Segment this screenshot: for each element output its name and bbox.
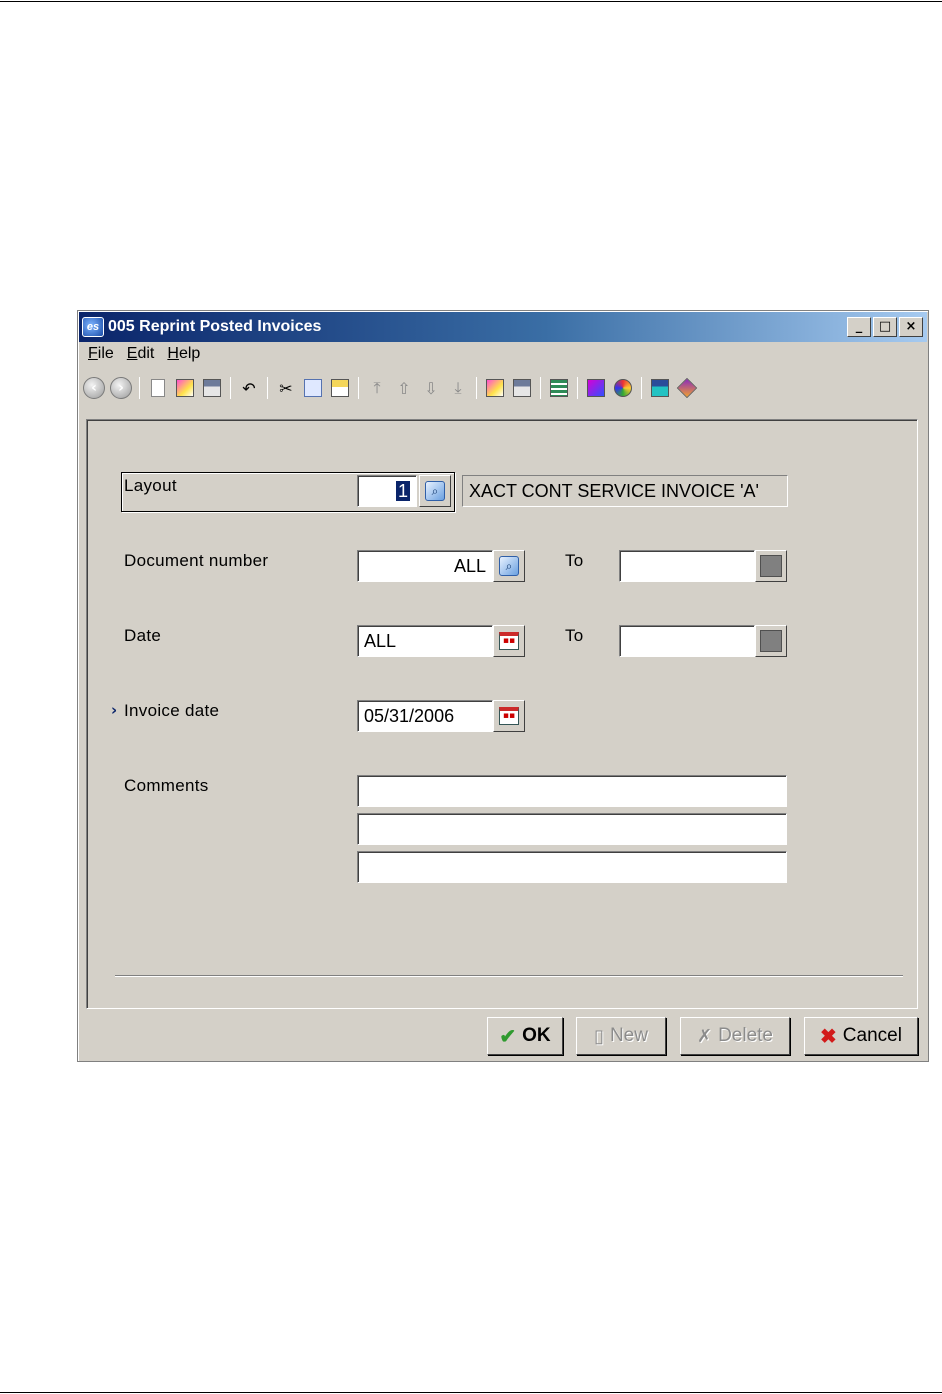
copy-icon[interactable]	[301, 376, 325, 400]
cut-icon[interactable]: ✂	[274, 376, 298, 400]
blank-icon	[760, 555, 782, 577]
menu-edit[interactable]: Edit	[121, 345, 162, 367]
date-calendar-button[interactable]: ▪▪	[493, 625, 525, 657]
first-record-icon[interactable]: ⤒	[365, 376, 389, 400]
next-record-icon[interactable]: ⇩	[419, 376, 443, 400]
app-icon[interactable]: es	[82, 317, 104, 337]
comments-line-2[interactable]	[357, 813, 787, 845]
comments-label: Comments	[124, 776, 209, 795]
document-number-to-input[interactable]	[619, 550, 755, 582]
ok-button[interactable]: ✔ OK	[487, 1017, 563, 1055]
invoice-date-label: Invoice date	[124, 701, 220, 720]
date-to-label: To	[565, 626, 584, 645]
open-icon[interactable]	[173, 376, 197, 400]
maximize-button[interactable]: □	[873, 317, 897, 337]
menu-bar: File Edit Help	[82, 345, 207, 367]
toolbar-separator	[230, 377, 231, 399]
menu-help[interactable]: Help	[161, 345, 207, 367]
new-doc-icon[interactable]	[146, 376, 170, 400]
date-to-button[interactable]	[755, 625, 787, 657]
required-marker-icon: ›	[111, 701, 118, 719]
new-button[interactable]: ▯ New	[576, 1017, 666, 1055]
invoice-date-input[interactable]: 05/31/2006	[357, 700, 493, 732]
comments-line-3[interactable]	[357, 851, 787, 883]
close-button[interactable]: ×	[899, 317, 923, 337]
menu-file[interactable]: File	[82, 345, 121, 367]
toolbar-separator	[577, 377, 578, 399]
comments-line-1[interactable]	[357, 775, 787, 807]
toolbar: ‹ › ↶ ✂ ⤒ ⇧ ⇩ ⤓	[82, 373, 699, 403]
document-number-to-label: To	[565, 551, 584, 570]
forward-icon[interactable]: ›	[109, 376, 133, 400]
calculator-icon[interactable]	[648, 376, 672, 400]
delete-button[interactable]: ✗ Delete	[680, 1017, 790, 1055]
open-folder-icon[interactable]	[483, 376, 507, 400]
toolbar-separator	[540, 377, 541, 399]
search-icon: ⌕	[425, 481, 445, 501]
page-top-rule	[0, 1, 942, 2]
blank-icon	[760, 630, 782, 652]
calendar-icon: ▪▪	[499, 707, 519, 725]
save-icon[interactable]	[200, 376, 224, 400]
reprint-posted-invoices-window: es 005 Reprint Posted Invoices _ □ × Fil…	[77, 310, 929, 1062]
page-bottom-rule	[0, 1392, 942, 1393]
delete-doc-icon: ✗	[696, 1025, 713, 1046]
layout-description: XACT CONT SERVICE INVOICE 'A'	[462, 475, 788, 507]
window-title: 005 Reprint Posted Invoices	[108, 318, 322, 335]
previous-record-icon[interactable]: ⇧	[392, 376, 416, 400]
cancel-x-icon: ✖	[820, 1025, 837, 1048]
tools-icon[interactable]	[611, 376, 635, 400]
save-disk-icon[interactable]	[510, 376, 534, 400]
undo-icon[interactable]: ↶	[237, 376, 261, 400]
invoice-date-calendar-button[interactable]: ▪▪	[493, 700, 525, 732]
book-icon[interactable]	[675, 376, 699, 400]
document-number-input[interactable]: ALL	[357, 550, 493, 582]
toolbar-separator	[358, 377, 359, 399]
search-icon: ⌕	[499, 556, 519, 576]
cancel-button[interactable]: ✖ Cancel	[804, 1017, 918, 1055]
toolbar-separator	[476, 377, 477, 399]
document-number-lookup-button[interactable]: ⌕	[493, 550, 525, 582]
layout-label: Layout	[124, 476, 177, 495]
paste-icon[interactable]	[328, 376, 352, 400]
calendar-icon: ▪▪	[499, 632, 519, 650]
list-icon[interactable]	[547, 376, 571, 400]
last-record-icon[interactable]: ⤓	[446, 376, 470, 400]
document-number-label: Document number	[124, 551, 269, 570]
date-label: Date	[124, 626, 162, 645]
notes-icon[interactable]	[584, 376, 608, 400]
toolbar-separator	[139, 377, 140, 399]
document-number-to-button[interactable]	[755, 550, 787, 582]
minimize-button[interactable]: _	[847, 317, 871, 337]
date-to-input[interactable]	[619, 625, 755, 657]
new-doc-icon: ▯	[594, 1025, 604, 1046]
layout-lookup-button[interactable]: ⌕	[419, 475, 451, 507]
title-bar[interactable]: es 005 Reprint Posted Invoices _ □ ×	[79, 312, 927, 342]
check-icon: ✔	[499, 1025, 517, 1048]
toolbar-separator	[641, 377, 642, 399]
date-input[interactable]: ALL	[357, 625, 493, 657]
form-panel: Layout 1 ⌕ XACT CONT SERVICE INVOICE 'A'…	[86, 419, 918, 1009]
layout-input[interactable]: 1	[357, 475, 417, 507]
panel-divider	[115, 975, 903, 977]
back-icon[interactable]: ‹	[82, 376, 106, 400]
toolbar-separator	[267, 377, 268, 399]
